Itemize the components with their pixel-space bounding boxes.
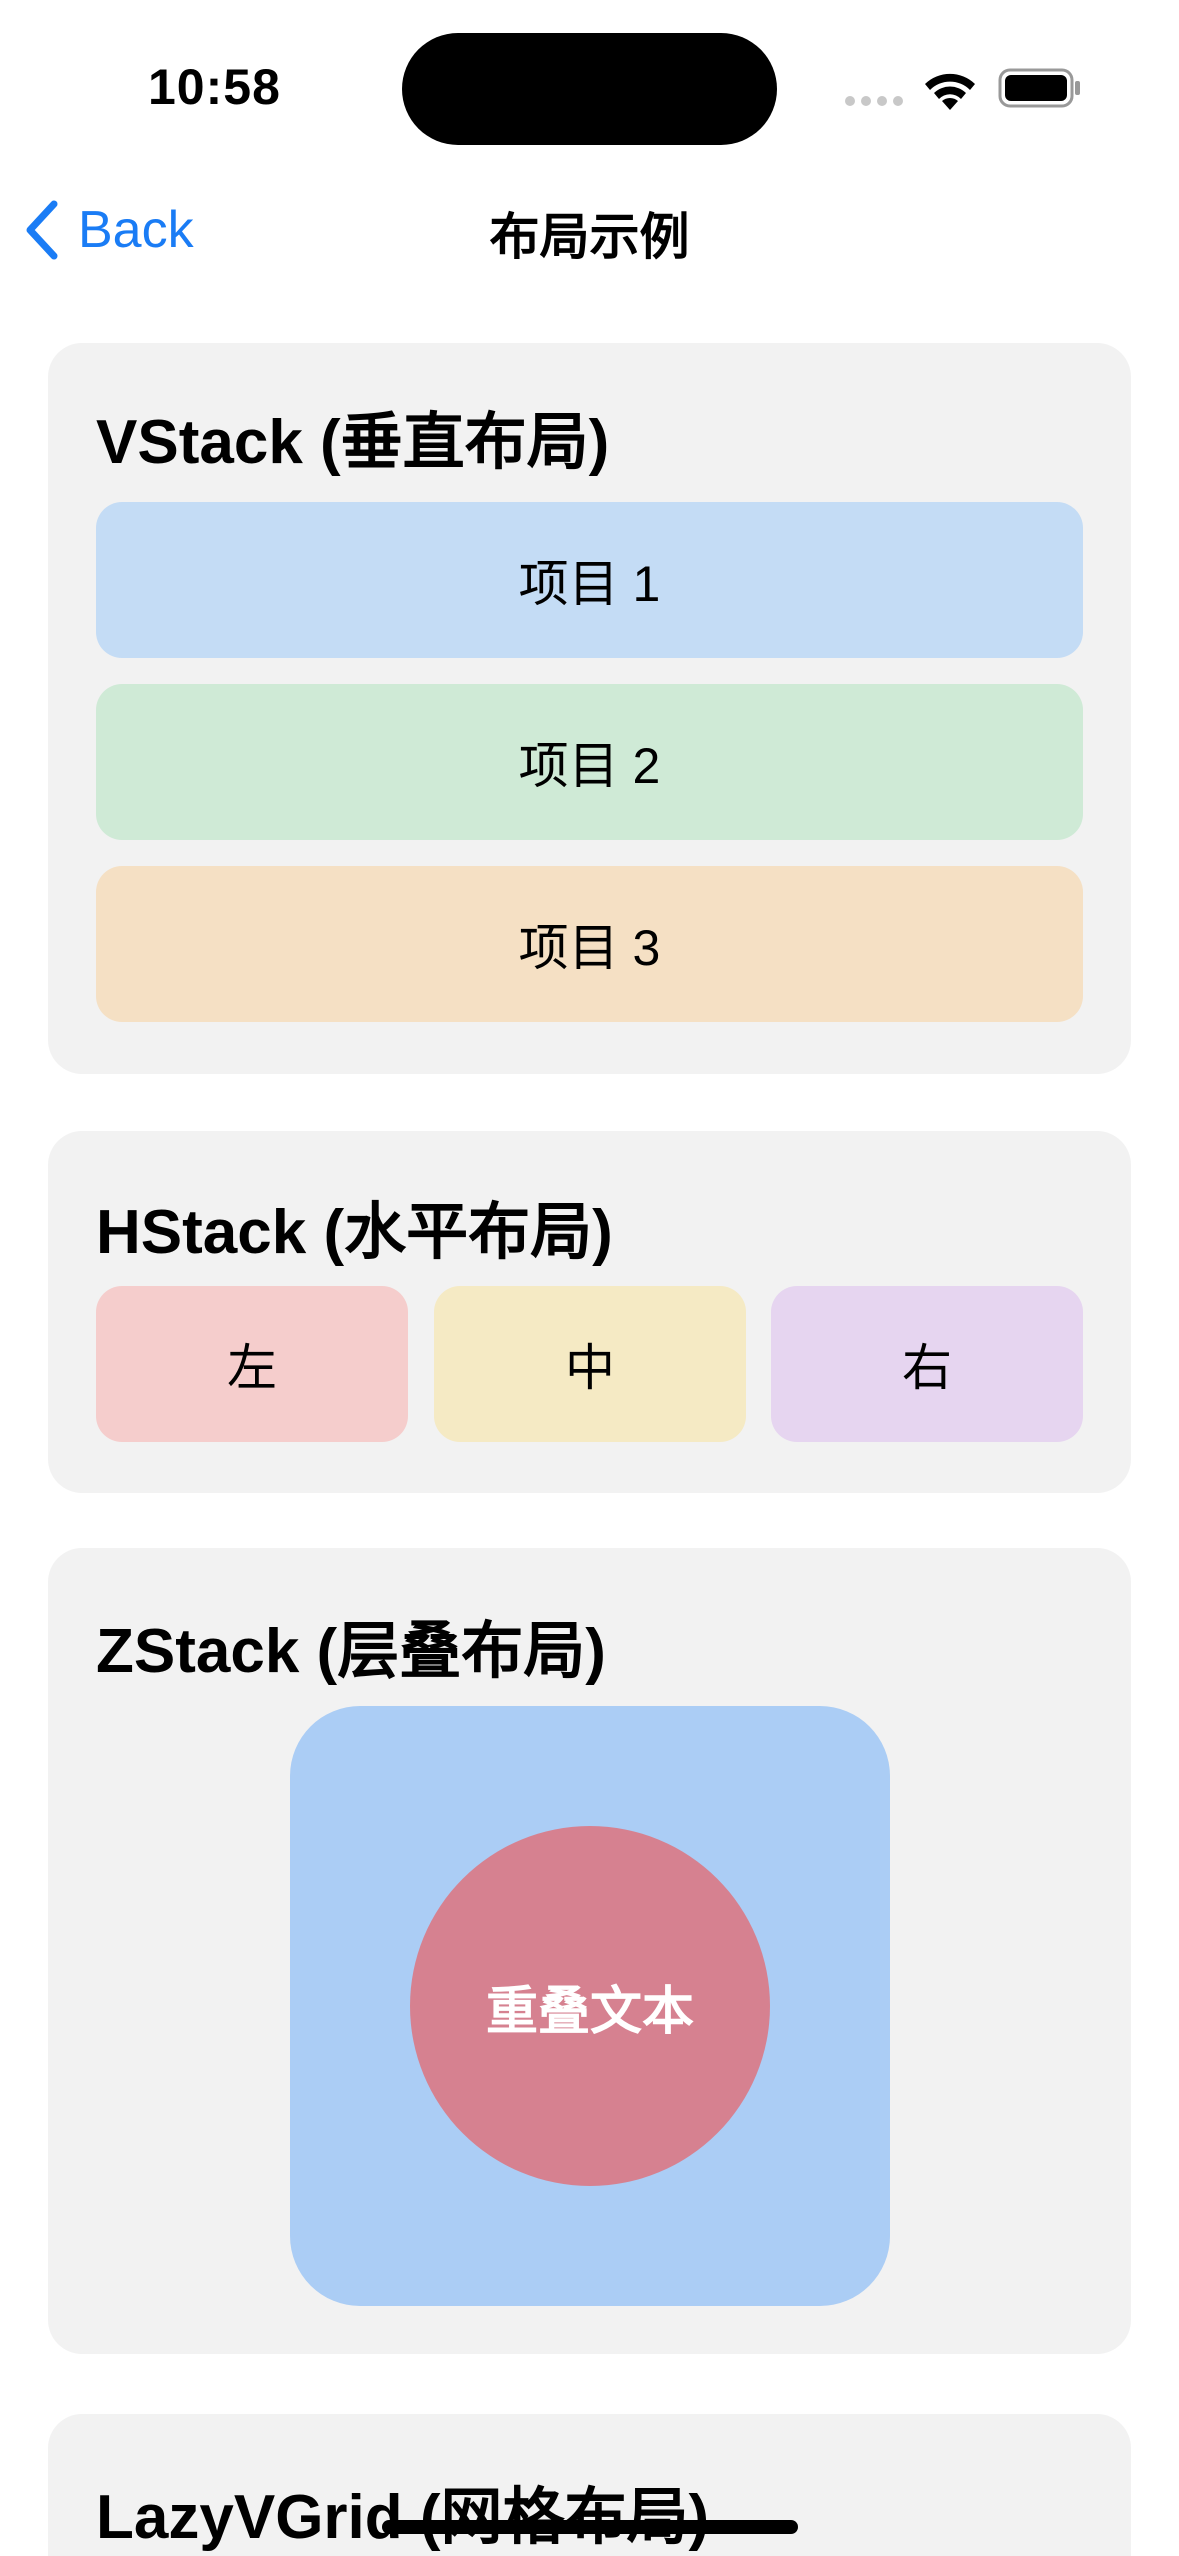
vstack-item-1: 项目 1 <box>96 502 1083 658</box>
lazyvgrid-card: LazyVGrid (网格布局) <box>48 2414 1131 2556</box>
vstack-card: VStack (垂直布局) 项目 1 项目 2 项目 3 <box>48 343 1131 1074</box>
hstack-item-right: 右 <box>771 1286 1083 1442</box>
zstack-overlay-text: 重叠文本 <box>485 1982 694 2041</box>
vstack-item-2: 项目 2 <box>96 684 1083 840</box>
hstack-item-center: 中 <box>434 1286 746 1442</box>
zstack-card: ZStack (层叠布局) 重叠文本 <box>48 1548 1131 2354</box>
zstack-title: ZStack (层叠布局) <box>96 1617 606 1686</box>
page-title: 布局示例 <box>489 209 690 265</box>
status-time: 10:58 <box>148 59 281 115</box>
vstack-title: VStack (垂直布局) <box>96 408 610 477</box>
battery-icon <box>998 68 1080 108</box>
zstack-overlay-circle: 重叠文本 <box>410 1826 770 2186</box>
hstack-item-left: 左 <box>96 1286 408 1442</box>
cellular-signal-icon <box>845 96 905 108</box>
hstack-card: HStack (水平布局) 左 中 右 <box>48 1131 1131 1493</box>
vstack-item-3: 项目 3 <box>96 866 1083 1022</box>
status-bar: 10:58 <box>0 0 1179 175</box>
navigation-bar: Back 布局示例 <box>0 175 1179 285</box>
lazyvgrid-title: LazyVGrid (网格布局) <box>96 2483 710 2552</box>
home-indicator[interactable] <box>382 2520 798 2534</box>
dynamic-island <box>402 33 777 145</box>
wifi-icon <box>925 73 975 110</box>
hstack-title: HStack (水平布局) <box>96 1198 613 1267</box>
